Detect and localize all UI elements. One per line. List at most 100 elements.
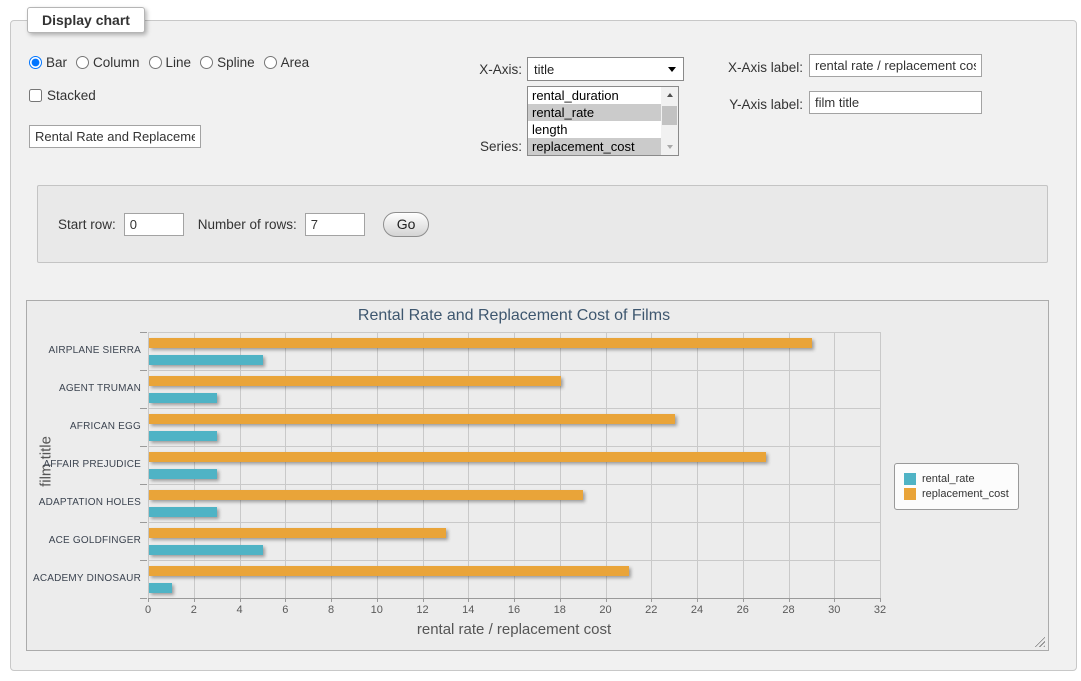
start-row-label: Start row: (58, 217, 116, 232)
chart-type-spline[interactable]: Spline (200, 55, 255, 70)
y-axis-tick (140, 408, 147, 409)
series-options: rental_durationrental_ratelengthreplacem… (528, 87, 661, 155)
scroll-down-button[interactable] (661, 139, 678, 155)
bar-replacement_cost (149, 376, 561, 386)
chart-type-radio-group: Bar Column Line Spline Area (29, 55, 318, 70)
gridline (148, 408, 880, 409)
category-label: ACADEMY DINOSAUR (27, 573, 141, 584)
legend-label: replacement_cost (922, 488, 1009, 500)
gridline (148, 522, 880, 523)
bar-rental_rate (149, 545, 263, 555)
go-button[interactable]: Go (383, 212, 430, 237)
stacked-option[interactable]: Stacked (29, 88, 96, 103)
dropdown-arrow-icon (668, 67, 676, 72)
x-tick-label: 12 (403, 604, 443, 616)
chart-type-bar[interactable]: Bar (29, 55, 67, 70)
category-label: AFRICAN EGG (27, 421, 141, 432)
series-option-replacement_cost[interactable]: replacement_cost (528, 138, 661, 155)
chart-resize-handle[interactable] (1032, 634, 1045, 647)
gridline (148, 446, 880, 447)
x-tick-label: 2 (174, 604, 214, 616)
chart-type-column-label: Column (93, 55, 140, 70)
series-option-length[interactable]: length (528, 121, 661, 138)
gridline (331, 332, 332, 598)
start-row-input[interactable] (124, 213, 184, 236)
chart-title: Rental Rate and Replacement Cost of Film… (148, 307, 880, 325)
y-axis-label-input[interactable] (809, 91, 982, 114)
scroll-down-icon (667, 145, 673, 149)
bar-replacement_cost (149, 414, 675, 424)
chart-type-area-label: Area (281, 55, 310, 70)
x-tick-label: 24 (677, 604, 717, 616)
x-tick-label: 28 (769, 604, 809, 616)
x-tick-label: 26 (723, 604, 763, 616)
gridline (285, 332, 286, 598)
row-range-controls: Start row: Number of rows: Go (58, 186, 429, 262)
bar-replacement_cost (149, 528, 446, 538)
y-axis-tick (140, 446, 147, 447)
gridline (423, 332, 424, 598)
chart-type-column-radio[interactable] (76, 56, 89, 69)
bar-rental_rate (149, 431, 217, 441)
x-tick-label: 30 (814, 604, 854, 616)
legend-label: rental_rate (922, 473, 975, 485)
gridline (651, 332, 652, 598)
stacked-checkbox[interactable] (29, 89, 42, 102)
bar-replacement_cost (149, 338, 812, 348)
chart-type-line[interactable]: Line (149, 55, 192, 70)
chart-type-area[interactable]: Area (264, 55, 310, 70)
bar-rental_rate (149, 393, 217, 403)
x-tick-label: 10 (357, 604, 397, 616)
category-label: ACE GOLDFINGER (27, 535, 141, 546)
chart-type-area-radio[interactable] (264, 56, 277, 69)
series-list-label: Series: (440, 139, 522, 154)
y-axis-label-caption: Y-Axis label: (705, 97, 803, 112)
chart-type-bar-label: Bar (46, 55, 67, 70)
chart-title-input[interactable] (29, 125, 201, 148)
y-axis-tick (140, 332, 147, 333)
x-axis-label-input[interactable] (809, 54, 982, 77)
x-axis-label-caption: X-Axis label: (705, 60, 803, 75)
scrollbar-thumb[interactable] (662, 106, 677, 125)
category-label: AIRPLANE SIERRA (27, 345, 141, 356)
chart-legend: rental_rate replacement_cost (894, 463, 1019, 510)
chart-type-spline-radio[interactable] (200, 56, 213, 69)
chart-type-spline-label: Spline (217, 55, 255, 70)
gridline (240, 332, 241, 598)
x-axis-selected-value: title (534, 62, 554, 77)
gridline (148, 332, 880, 333)
chart-type-line-radio[interactable] (149, 56, 162, 69)
num-rows-input[interactable] (305, 213, 365, 236)
scroll-up-button[interactable] (661, 87, 678, 103)
x-tick-label: 16 (494, 604, 534, 616)
chart-x-axis-title: rental rate / replacement cost (148, 621, 880, 638)
legend-swatch-icon (904, 488, 916, 500)
series-option-rental_duration[interactable]: rental_duration (528, 87, 661, 104)
gridline (789, 332, 790, 598)
x-axis-select[interactable]: title (527, 57, 684, 81)
chart-type-column[interactable]: Column (76, 55, 140, 70)
legend-item-replacement_cost[interactable]: replacement_cost (904, 488, 1009, 500)
series-multiselect[interactable]: rental_durationrental_ratelengthreplacem… (527, 86, 679, 156)
y-axis-tick (140, 522, 147, 523)
gridline (834, 332, 835, 598)
gridline (148, 484, 880, 485)
x-tick-label: 32 (860, 604, 900, 616)
fieldset-legend: Display chart (27, 7, 145, 33)
gridline (377, 332, 378, 598)
chart-type-bar-radio[interactable] (29, 56, 42, 69)
bar-rental_rate (149, 355, 263, 365)
x-tick-label: 6 (265, 604, 305, 616)
series-option-rental_rate[interactable]: rental_rate (528, 104, 661, 121)
legend-item-rental_rate[interactable]: rental_rate (904, 473, 1009, 485)
chart-type-line-label: Line (166, 55, 192, 70)
gridline (468, 332, 469, 598)
bar-replacement_cost (149, 490, 583, 500)
y-axis-tick (140, 560, 147, 561)
bar-rental_rate (149, 507, 217, 517)
bar-replacement_cost (149, 566, 629, 576)
gridline (697, 332, 698, 598)
gridline (148, 370, 880, 371)
stacked-label: Stacked (47, 88, 96, 103)
series-scrollbar[interactable] (661, 87, 678, 155)
